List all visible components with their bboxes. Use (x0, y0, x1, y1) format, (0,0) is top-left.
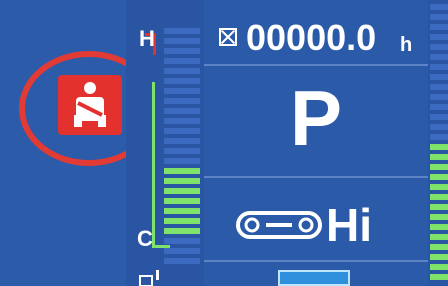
fuel-gauge-segment (430, 194, 448, 200)
gauge-segment (164, 208, 200, 214)
gauge-segment (164, 158, 200, 164)
gauge-segment (164, 238, 200, 244)
fuel-gauge-segment (430, 4, 448, 10)
fuel-gauge-segment (430, 74, 448, 80)
lower-gauge-icon (139, 270, 159, 286)
fuel-gauge-segment (430, 244, 448, 250)
hour-meter-unit: h (400, 34, 413, 56)
travel-speed-value: Hi (326, 199, 372, 251)
gauge-segment (164, 58, 200, 64)
gauge-green-foot (152, 245, 170, 248)
fuel-gauge (428, 0, 448, 286)
fuel-gauge-segment (430, 224, 448, 230)
fuel-gauge-segment (430, 44, 448, 50)
gauge-segment (164, 68, 200, 74)
fuel-gauge-segment (430, 84, 448, 90)
divider (204, 64, 428, 66)
fuel-gauge-segment (430, 254, 448, 260)
fuel-gauge-segment (430, 204, 448, 210)
fuel-gauge-segment (430, 94, 448, 100)
gauge-segment (164, 98, 200, 104)
hour-meter: 00000.0 h (204, 14, 428, 58)
left-indicator-panel (0, 0, 126, 286)
gauge-segment (164, 78, 200, 84)
monitor-screen: H C 00000.0 h P Hi (0, 0, 448, 286)
gauge-segment (164, 228, 200, 234)
fuel-gauge-segment (430, 64, 448, 70)
gauge-low-label: C (137, 226, 153, 251)
gauge-segment (164, 218, 200, 224)
fuel-gauge-segment (430, 174, 448, 180)
fuel-gauge-segment (430, 134, 448, 140)
fuel-gauge-segment (430, 154, 448, 160)
gauge-green-zone (152, 82, 155, 248)
bottom-mode-icon (278, 270, 350, 286)
main-info-panel: 00000.0 h P Hi (204, 0, 428, 286)
fuel-gauge-segment (430, 54, 448, 60)
gauge-segment (164, 138, 200, 144)
gauge-high-label: H (139, 26, 155, 51)
fuel-gauge-segment (430, 264, 448, 270)
fuel-gauge-segment (430, 104, 448, 110)
seatbelt-warning-icon (58, 75, 122, 135)
fuel-gauge-segment (430, 164, 448, 170)
gauge-segment (164, 188, 200, 194)
gauge-segment (164, 108, 200, 114)
fuel-gauge-segment (430, 184, 448, 190)
divider (204, 176, 428, 178)
hour-meter-value: 00000.0 (246, 17, 377, 58)
fuel-gauge-segment (430, 114, 448, 120)
gauge-segment (164, 178, 200, 184)
gauge-segment (164, 248, 200, 254)
fuel-gauge-segment (430, 274, 448, 280)
gauge-segment (164, 148, 200, 154)
travel-speed-row: Hi (204, 196, 428, 256)
gauge-segments (164, 0, 200, 286)
hour-meter-icon (219, 28, 237, 46)
fuel-gauge-segment (430, 124, 448, 130)
fuel-gauge-segment (430, 214, 448, 220)
fuel-gauge-segment (430, 234, 448, 240)
gauge-segment (164, 38, 200, 44)
gauge-segment (164, 48, 200, 54)
gauge-segment (164, 198, 200, 204)
divider (204, 260, 428, 262)
gauge-segment (164, 118, 200, 124)
gauge-segment (164, 28, 200, 34)
gauge-segment (164, 168, 200, 174)
fuel-gauge-segment (430, 34, 448, 40)
fuel-gauge-segment (430, 14, 448, 20)
fuel-gauge-segment (430, 144, 448, 150)
fuel-gauge-segment (430, 24, 448, 30)
gauge-segment (164, 258, 200, 264)
gear-indicator: P (289, 74, 343, 162)
gauge-segment (164, 128, 200, 134)
gauge-segment (164, 88, 200, 94)
crawler-track-icon (236, 211, 322, 239)
